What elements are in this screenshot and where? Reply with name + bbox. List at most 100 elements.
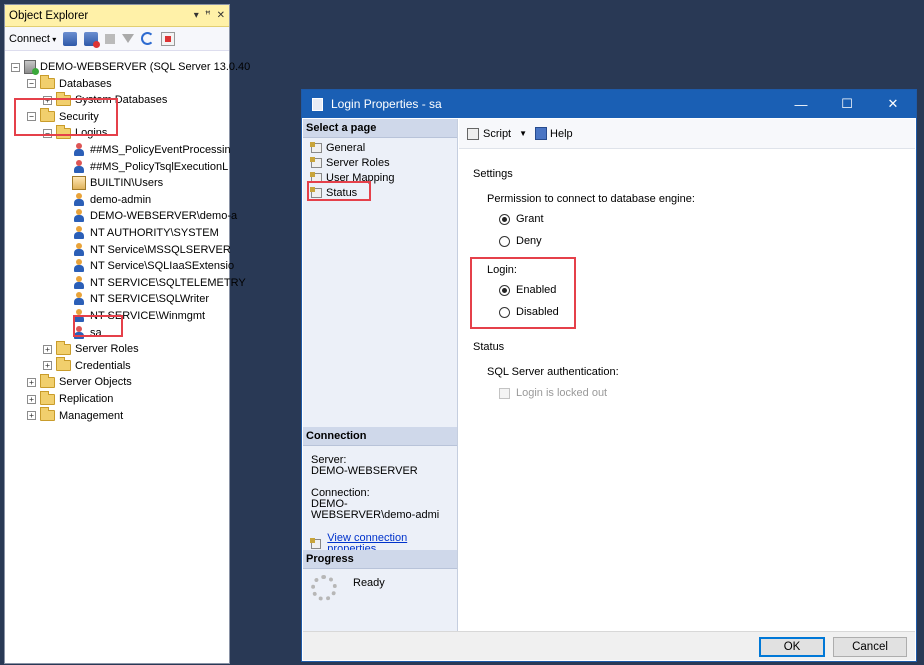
object-explorer-panel: Object Explorer ▾ ꟸ ✕ Connect ▾ − DEMO-WE… (4, 4, 250, 664)
folder-icon (40, 390, 55, 405)
tree-node-label: Server Roles (75, 343, 139, 356)
highlight-sa-login (73, 315, 123, 337)
chevron-down-icon: ▾ (49, 34, 57, 44)
stop-icon[interactable] (105, 33, 116, 44)
tree-node[interactable]: demo-admin (59, 192, 151, 208)
tree-node[interactable]: + Server Roles (43, 340, 139, 357)
tree-node[interactable]: NT SERVICE\SQLTELEMETRY (59, 275, 246, 291)
page-icon (310, 141, 322, 153)
deny-radio-button[interactable] (499, 235, 510, 247)
status-header: Status (473, 341, 505, 353)
dialog-left-pane: Select a page General Server Roles User … (303, 119, 458, 632)
collapse-icon[interactable]: − (11, 62, 20, 72)
connection-value: DEMO-WEBSERVER\demo-admi (311, 498, 440, 521)
server-icon (24, 60, 39, 75)
tree-node[interactable]: DEMO-WEBSERVER\demo-a (59, 208, 237, 224)
expand-icon[interactable]: + (27, 377, 36, 387)
tree-node-label: Server Objects (59, 376, 132, 389)
tree-node[interactable]: NT Service\SQLIaaSExtensio (59, 258, 234, 274)
tree-node[interactable]: NT SERVICE\SQLWriter (59, 291, 209, 307)
collapse-icon[interactable]: − (27, 79, 36, 89)
tree-node-label: ##MS_PolicyTsqlExecutionL (90, 160, 229, 173)
connect-label: Connect (9, 32, 50, 45)
tree-node-label: NT SERVICE\SQLTELEMETRY (90, 276, 246, 289)
script-dropdown-icon[interactable]: ▼ (519, 129, 527, 138)
properties-icon (309, 538, 322, 549)
expand-icon[interactable]: + (27, 411, 36, 421)
maximize-button[interactable]: ☐ (824, 90, 870, 118)
tree-node-label: Replication (59, 393, 114, 405)
object-explorer-titlebar: Object Explorer ▾ ꟸ ✕ (5, 5, 229, 27)
connection-header: Connection (303, 427, 457, 446)
page-item-label: Server Roles (326, 156, 390, 169)
help-icon (535, 127, 548, 140)
select-page-header: Select a page (303, 119, 457, 138)
tree-node-label: NT Service\MSSQLSERVER (90, 243, 231, 256)
tree-node[interactable]: ##MS_PolicyEventProcessin (59, 142, 231, 158)
highlight-status-page (307, 181, 371, 201)
activity-monitor-icon[interactable] (161, 31, 176, 46)
page-item-general[interactable]: General (303, 140, 457, 155)
window-position-icon[interactable]: ▾ (194, 10, 199, 21)
connect-button[interactable]: Connect ▾ (9, 33, 56, 45)
disconnect-icon[interactable] (84, 31, 101, 48)
user-icon (72, 275, 86, 290)
expand-icon[interactable]: + (27, 394, 36, 404)
settings-header: Settings (473, 168, 513, 180)
dialog-right-pane: Script ▼ Help Settings Permission to con… (459, 119, 915, 632)
filter-icon[interactable] (122, 34, 135, 43)
folder-icon (56, 340, 71, 355)
progress-section: Progress Ready (303, 550, 457, 607)
tree-node-label: ##MS_PolicyEventProcessin (90, 144, 231, 156)
script-button[interactable]: Script (467, 127, 511, 140)
tree-node[interactable]: + Server Objects (27, 373, 132, 390)
grant-radio[interactable]: Grant (499, 213, 544, 225)
page-item-server-roles[interactable]: Server Roles (303, 155, 457, 170)
locked-out-check[interactable] (499, 387, 510, 399)
close-icon[interactable]: ✕ (217, 10, 225, 21)
user-icon (72, 209, 86, 223)
ok-button[interactable]: OK (759, 637, 825, 657)
tree-node[interactable]: BUILTIN\Users (59, 175, 163, 191)
tree-node-label: Databases (59, 77, 112, 90)
refresh-icon[interactable] (141, 32, 155, 45)
tree-node[interactable]: − DEMO-WEBSERVER (SQL Server 13.0.40 (11, 59, 250, 75)
expand-icon[interactable]: + (43, 344, 52, 354)
connect-object-explorer-icon[interactable] (63, 31, 78, 46)
close-button[interactable]: ✕ (870, 90, 916, 118)
tree-node[interactable]: + Management (27, 407, 123, 424)
grant-radio-button[interactable] (499, 213, 510, 225)
tree-node-label: DEMO-WEBSERVER (SQL Server 13.0.40 (40, 61, 251, 73)
server-value: DEMO-WEBSERVER (311, 465, 418, 477)
progress-spinner-icon (311, 575, 337, 601)
tree-node-label: NT Service\SQLIaaSExtensio (90, 260, 235, 273)
tree-node[interactable]: NT Service\MSSQLSERVER (59, 242, 231, 258)
user-warn-icon (72, 159, 86, 174)
user-icon (72, 242, 86, 257)
dialog-title: Login Properties - sa (331, 97, 442, 111)
object-explorer-toolbar: Connect ▾ (5, 27, 229, 51)
user-icon (72, 292, 86, 306)
expand-icon[interactable]: + (43, 361, 52, 371)
dialog-titlebar: Login Properties - sa — ☐ ✕ (302, 90, 916, 118)
locked-out-checkbox[interactable]: Login is locked out (499, 387, 607, 399)
script-icon (467, 127, 479, 140)
minimize-button[interactable]: — (778, 90, 824, 118)
progress-header: Progress (303, 550, 457, 569)
help-label: Help (550, 127, 573, 140)
tree-node[interactable]: + Credentials (43, 357, 131, 374)
tree-node[interactable]: − Databases (27, 75, 112, 92)
tree-node-label: DEMO-WEBSERVER\demo-a (90, 210, 238, 223)
connection-section: Connection Server: DEMO-WEBSERVER Connec… (303, 427, 457, 555)
object-explorer-title: Object Explorer (9, 9, 89, 22)
help-button[interactable]: Help (535, 127, 573, 140)
tree-node[interactable]: + Replication (27, 390, 114, 407)
cancel-button[interactable]: Cancel (833, 637, 907, 657)
tree-node-label: Credentials (75, 359, 131, 372)
tree-node[interactable]: NT AUTHORITY\SYSTEM (59, 225, 219, 241)
tree-node[interactable]: ##MS_PolicyTsqlExecutionL (59, 159, 228, 175)
folder-icon (40, 407, 55, 422)
folder-icon (56, 357, 71, 372)
deny-radio[interactable]: Deny (499, 235, 542, 247)
pin-icon[interactable]: ꟸ (205, 10, 211, 21)
